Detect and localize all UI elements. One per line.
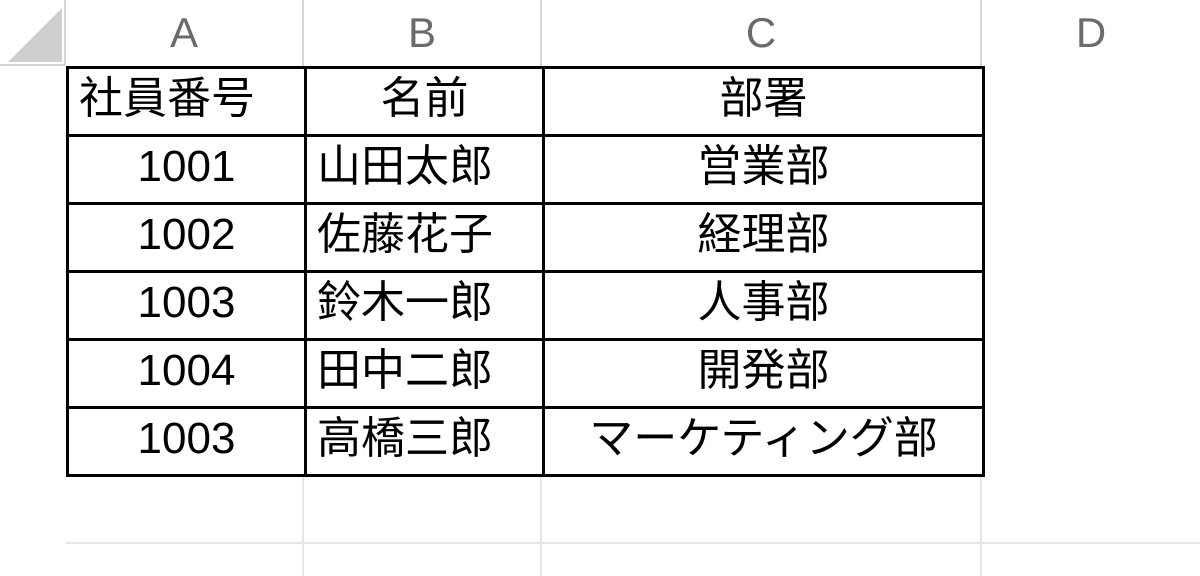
header-dept[interactable]: 部署 bbox=[544, 68, 984, 136]
cell-id[interactable]: 1003 bbox=[68, 272, 306, 340]
cell-name[interactable]: 山田太郎 bbox=[306, 136, 544, 204]
column-header-d[interactable]: D bbox=[982, 0, 1200, 66]
table-row: 1003 高橋三郎 マーケティング部 bbox=[68, 408, 984, 476]
cell-name[interactable]: 佐藤花子 bbox=[306, 204, 544, 272]
cell-dept[interactable]: 営業部 bbox=[544, 136, 984, 204]
table-row: 1002 佐藤花子 経理部 bbox=[68, 204, 984, 272]
select-all-corner[interactable] bbox=[0, 0, 66, 66]
column-headers: A B C D bbox=[66, 0, 1200, 66]
cell-dept[interactable]: マーケティング部 bbox=[544, 408, 984, 476]
cells-area[interactable]: 社員番号 名前 部署 1001 山田太郎 営業部 1002 佐藤花子 経理部 1… bbox=[66, 66, 1200, 576]
cell-dept[interactable]: 人事部 bbox=[544, 272, 984, 340]
column-header-b[interactable]: B bbox=[304, 0, 542, 66]
header-id[interactable]: 社員番号 bbox=[68, 68, 306, 136]
header-name[interactable]: 名前 bbox=[306, 68, 544, 136]
data-table: 社員番号 名前 部署 1001 山田太郎 営業部 1002 佐藤花子 経理部 1… bbox=[66, 66, 985, 477]
cell-dept[interactable]: 開発部 bbox=[544, 340, 984, 408]
table-row: 1001 山田太郎 営業部 bbox=[68, 136, 984, 204]
cell-id[interactable]: 1003 bbox=[68, 408, 306, 476]
column-header-a[interactable]: A bbox=[66, 0, 304, 66]
column-header-c[interactable]: C bbox=[542, 0, 982, 66]
cell-name[interactable]: 田中二郎 bbox=[306, 340, 544, 408]
cell-id[interactable]: 1001 bbox=[68, 136, 306, 204]
cell-id[interactable]: 1004 bbox=[68, 340, 306, 408]
cell-name[interactable]: 高橋三郎 bbox=[306, 408, 544, 476]
table-header-row: 社員番号 名前 部署 bbox=[68, 68, 984, 136]
cell-name[interactable]: 鈴木一郎 bbox=[306, 272, 544, 340]
cell-id[interactable]: 1002 bbox=[68, 204, 306, 272]
cell-dept[interactable]: 経理部 bbox=[544, 204, 984, 272]
table-row: 1003 鈴木一郎 人事部 bbox=[68, 272, 984, 340]
table-row: 1004 田中二郎 開発部 bbox=[68, 340, 984, 408]
spreadsheet: A B C D 社員番号 名前 部署 1001 山田太郎 営業部 1002 bbox=[0, 0, 1200, 576]
